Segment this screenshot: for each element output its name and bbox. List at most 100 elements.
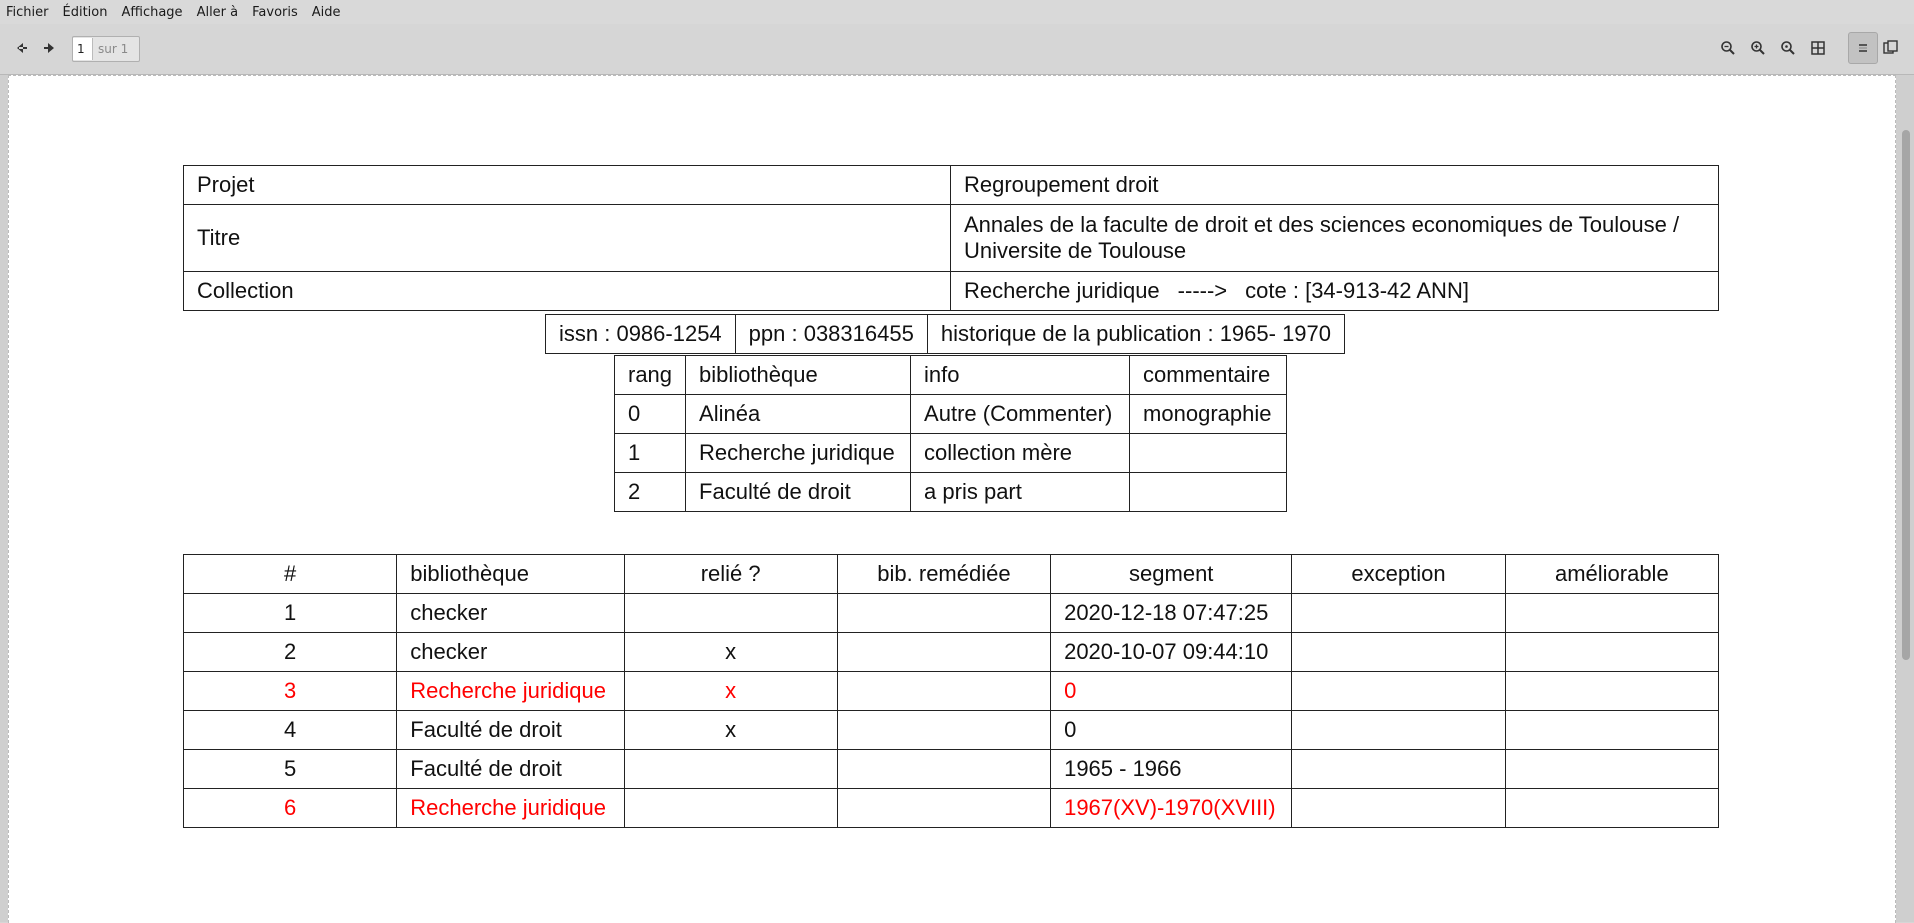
toolbar: 1 sur 1	[0, 24, 1914, 75]
table-cell: 1	[613, 433, 687, 473]
table-cell: 4	[182, 710, 398, 750]
menu-affichage[interactable]: Affichage	[115, 5, 190, 20]
table-row: 2 checker x 2020-10-07 09:44:10	[182, 632, 1720, 672]
menu-fichier[interactable]: Fichier	[0, 5, 57, 20]
table-row-highlighted: 3 Recherche juridique x 0	[182, 671, 1720, 711]
table-cell: Recherche juridique	[396, 788, 625, 828]
table-cell	[836, 710, 1052, 750]
titre-value: Annales de la faculte de droit et des sc…	[950, 204, 1719, 272]
projet-value: Regroupement droit	[950, 165, 1719, 205]
table-cell	[836, 593, 1052, 633]
table-row: 2 Faculté de droit a pris part	[613, 472, 1288, 512]
table-cell: 2020-10-07 09:44:10	[1050, 632, 1293, 672]
table-cell: 0	[613, 394, 687, 434]
table-cell: Autre (Commenter)	[910, 394, 1131, 434]
rank-table-header: rang bibliothèque info commentaire	[613, 355, 1288, 395]
table-cell: 3	[182, 671, 398, 711]
table-cell	[1504, 710, 1720, 750]
menu-edition[interactable]: Édition	[57, 5, 116, 20]
vertical-scrollbar[interactable]	[1900, 75, 1912, 922]
table-cell	[1504, 671, 1720, 711]
historique-cell: historique de la publication : 1965- 197…	[926, 314, 1346, 354]
table-cell	[836, 671, 1052, 711]
table-cell: Recherche juridique	[396, 671, 625, 711]
table-cell	[623, 788, 838, 828]
menu-favoris[interactable]: Favoris	[246, 5, 306, 20]
column-header: améliorable	[1504, 554, 1720, 594]
total-pages-label: sur 1	[98, 42, 129, 56]
collection-value: Recherche juridique -----> cote : [34-913-…	[950, 271, 1719, 311]
table-row: 1 checker 2020-12-18 07:47:25	[182, 593, 1720, 633]
menu-bar: Fichier Édition Affichage Aller à Favori…	[0, 0, 1914, 24]
table-cell	[1129, 433, 1288, 473]
arrow-right-icon[interactable]	[38, 36, 62, 60]
table-cell	[1291, 710, 1506, 750]
main-table-header: # bibliothèque relié ? bib. remédiée seg…	[182, 554, 1720, 594]
table-cell: 1	[182, 593, 398, 633]
table-cell	[836, 749, 1052, 789]
main-table: # bibliothèque relié ? bib. remédiée seg…	[182, 554, 1720, 828]
collection-cote: cote : [34-913-42 ANN]	[1245, 278, 1469, 303]
column-header: exception	[1291, 554, 1506, 594]
table-cell: 1967(XV)-1970(XVIII)	[1050, 788, 1293, 828]
column-header: relié ?	[623, 554, 838, 594]
table-cell	[1504, 749, 1720, 789]
table-cell: 2	[182, 632, 398, 672]
table-cell: 0	[1050, 710, 1293, 750]
info-table: Projet Regroupement droit Titre Annales …	[183, 165, 1719, 311]
table-cell	[1504, 632, 1720, 672]
table-cell: collection mère	[910, 433, 1131, 473]
table-cell	[1129, 472, 1288, 512]
arrow-left-icon[interactable]	[9, 36, 33, 60]
collection-name: Recherche juridique	[964, 278, 1160, 303]
table-cell	[836, 632, 1052, 672]
column-header: rang	[613, 355, 687, 395]
table-cell	[1504, 788, 1720, 828]
column-header: bibliothèque	[685, 355, 912, 395]
table-cell: x	[623, 632, 838, 672]
table-row-highlighted: 6 Recherche juridique 1967(XV)-1970(XVII…	[182, 788, 1720, 828]
table-cell: Recherche juridique	[685, 433, 912, 473]
table-cell	[1291, 788, 1506, 828]
table-cell: checker	[396, 632, 625, 672]
table-cell: a pris part	[910, 472, 1131, 512]
identifiers-row: issn : 0986-1254 ppn : 038316455 histori…	[545, 314, 1346, 354]
column-header: commentaire	[1129, 355, 1288, 395]
table-cell	[1291, 593, 1506, 633]
current-page-field[interactable]: 1	[73, 38, 93, 60]
column-header: bib. remédiée	[836, 554, 1052, 594]
menu-aller-a[interactable]: Aller à	[191, 5, 247, 20]
titre-value-line-1: Annales de la faculte de droit et des sc…	[964, 212, 1680, 237]
table-cell: x	[623, 671, 838, 711]
table-cell: Faculté de droit	[396, 749, 625, 789]
ppn-cell: ppn : 038316455	[734, 314, 928, 354]
table-row: 0 Alinéa Autre (Commenter) monographie	[613, 394, 1288, 434]
zoom-fit-icon[interactable]	[1716, 36, 1740, 60]
table-cell: monographie	[1129, 394, 1288, 434]
issn-cell: issn : 0986-1254	[545, 314, 736, 354]
table-cell: 5	[182, 749, 398, 789]
table-cell	[1291, 671, 1506, 711]
table-cell	[623, 749, 838, 789]
info-row-collection: Collection Recherche juridique -----> cote…	[183, 271, 1719, 311]
zoom-out-icon[interactable]	[1776, 36, 1800, 60]
table-cell: 6	[182, 788, 398, 828]
dual-page-icon[interactable]	[1878, 36, 1902, 60]
continuous-mode-icon[interactable]	[1848, 32, 1878, 64]
table-cell	[1291, 749, 1506, 789]
menu-aide[interactable]: Aide	[306, 5, 349, 20]
page-number-entry[interactable]: 1 sur 1	[72, 36, 140, 62]
scrollbar-thumb[interactable]	[1902, 130, 1910, 660]
table-cell: Faculté de droit	[396, 710, 625, 750]
zoom-in-icon[interactable]	[1746, 36, 1770, 60]
table-row: 1 Recherche juridique collection mère	[613, 433, 1288, 473]
collection-arrow: ----->	[1177, 278, 1228, 303]
table-row: 4 Faculté de droit x 0	[182, 710, 1720, 750]
table-cell: 1965 - 1966	[1050, 749, 1293, 789]
zoom-grid-icon[interactable]	[1806, 36, 1830, 60]
table-cell: x	[623, 710, 838, 750]
column-header: #	[182, 554, 398, 594]
table-cell: 2	[613, 472, 687, 512]
rank-table: rang bibliothèque info commentaire 0 Ali…	[613, 355, 1288, 512]
column-header: segment	[1050, 554, 1293, 594]
